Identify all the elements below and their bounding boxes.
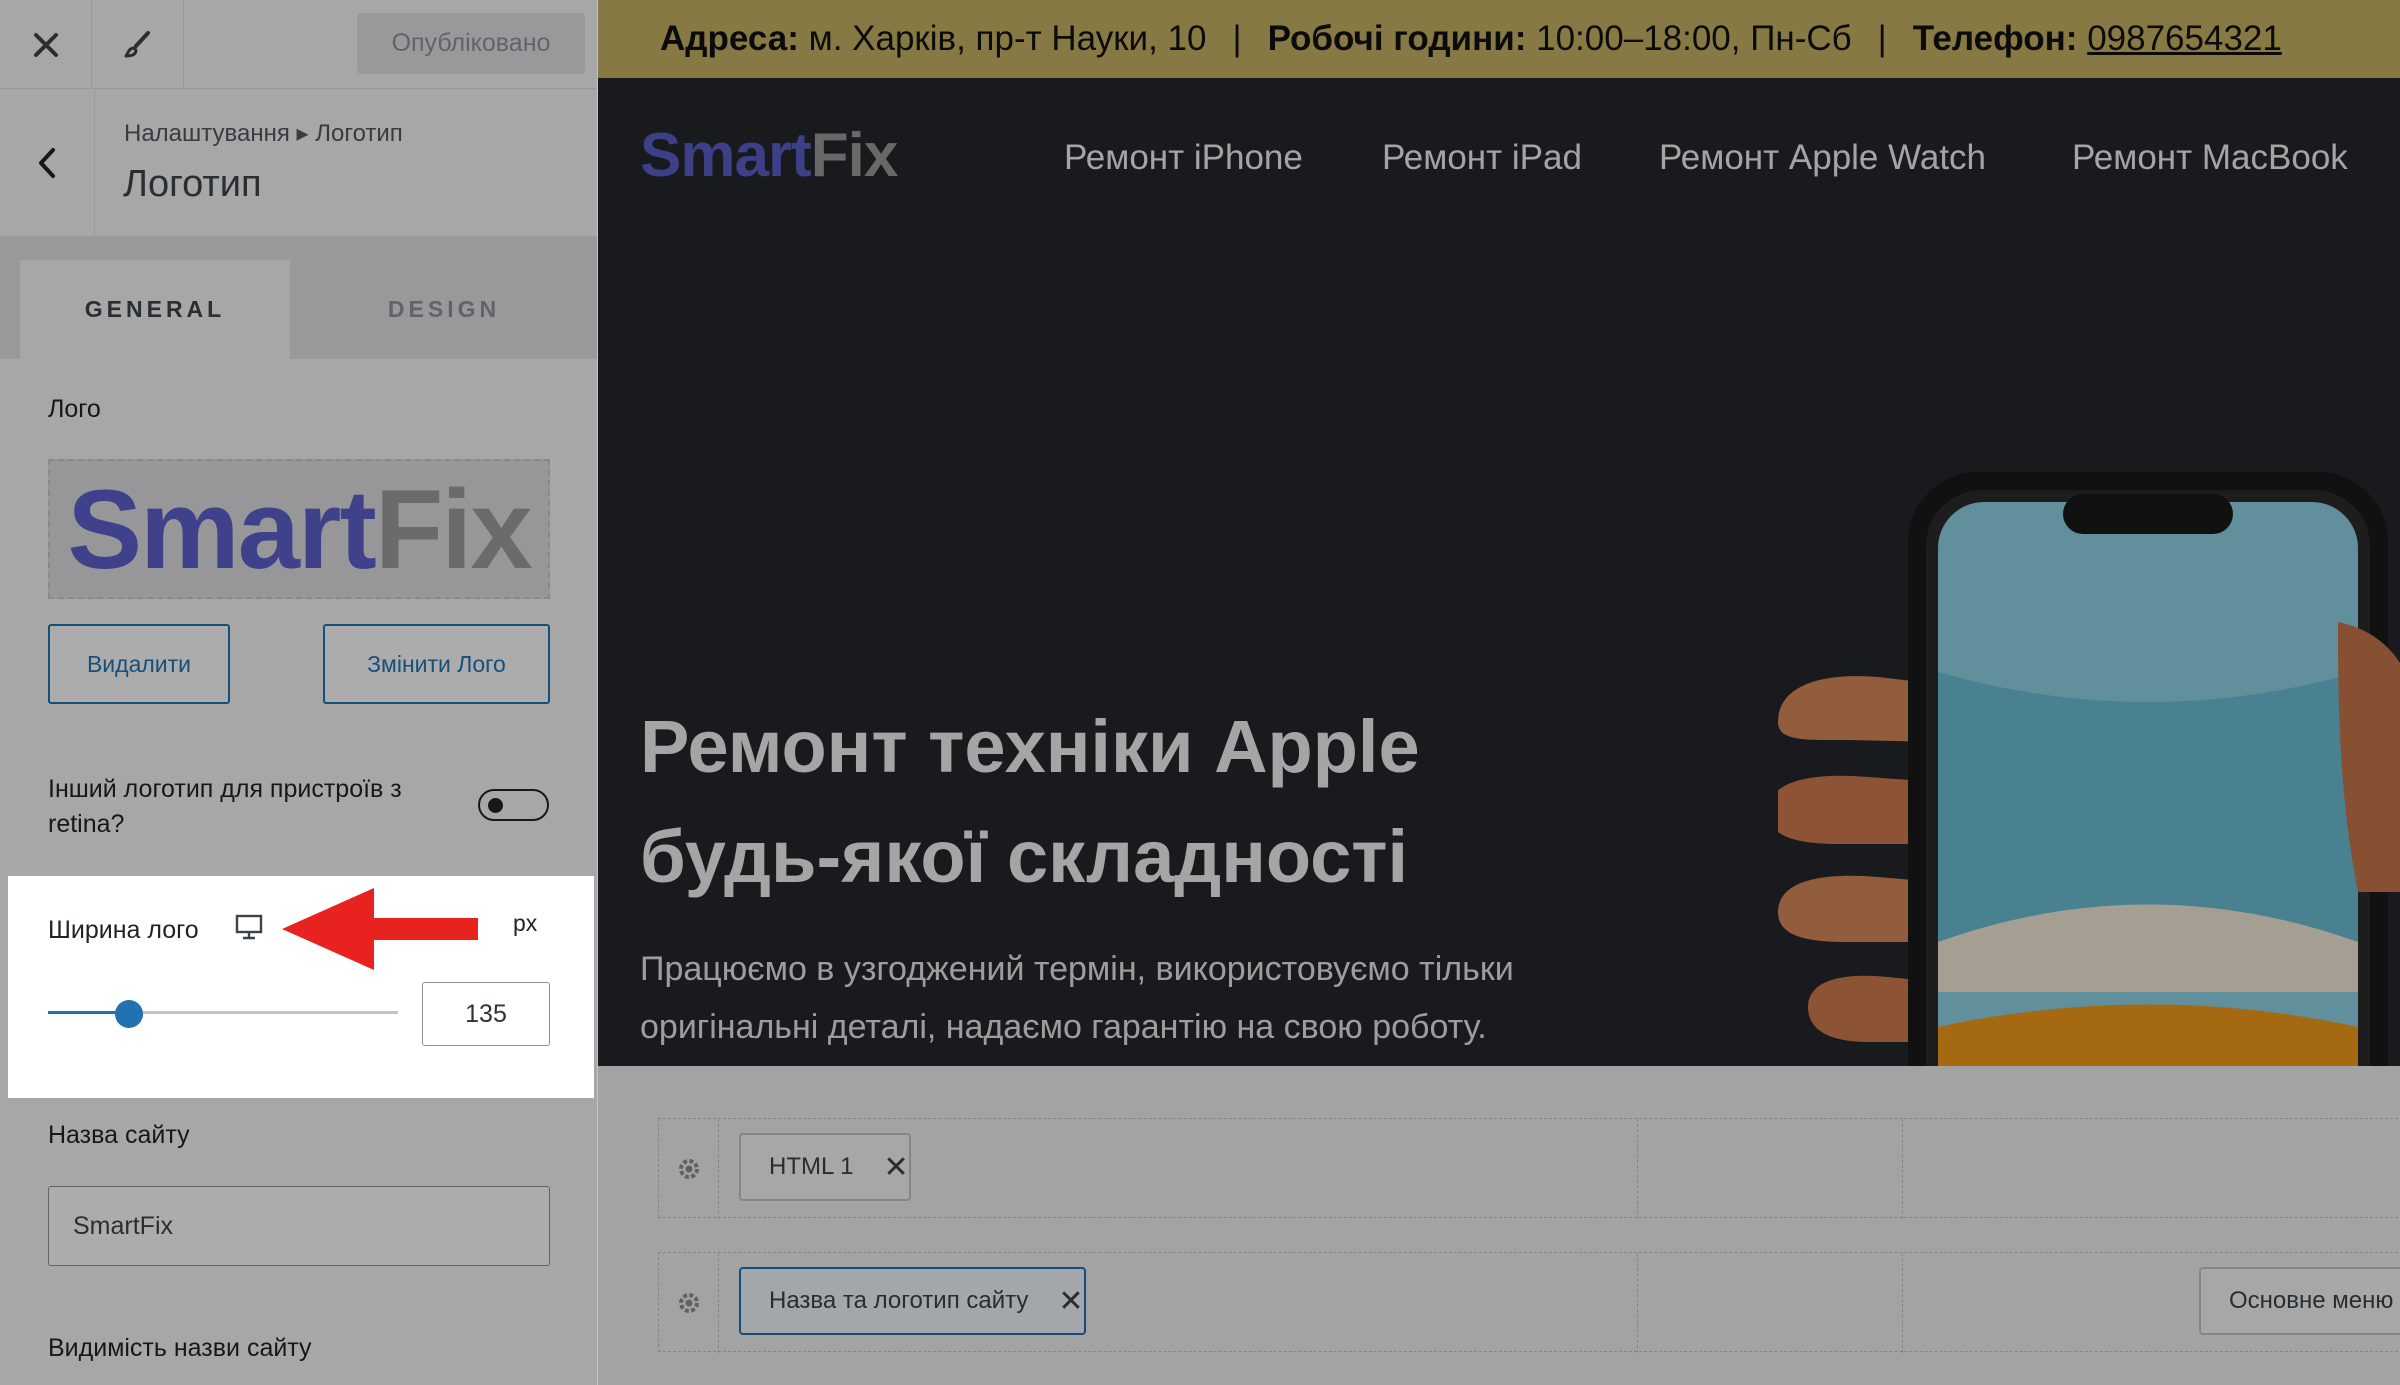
column-divider — [1637, 1253, 1638, 1353]
builder-item-label: Назва та логотип сайту — [769, 1287, 1029, 1314]
close-icon — [33, 32, 58, 57]
column-divider — [1902, 1119, 1903, 1219]
logo-preview-fix: Fix — [374, 466, 533, 592]
hero-title-line1: Ремонт техніки Apple — [640, 705, 1420, 788]
remove-item-icon[interactable]: ✕ — [1058, 1284, 1083, 1319]
tab-general[interactable]: GENERAL — [20, 260, 290, 359]
hero-title: Ремонт техніки Apple будь-якої складност… — [640, 692, 1420, 912]
builder-item-label: HTML 1 — [769, 1153, 854, 1180]
logo-preview-image[interactable]: Smart Fix — [48, 459, 550, 599]
phone-label: Телефон: — [1912, 19, 2078, 58]
customizer-panel: Опубліковано Налаштування ▸ Логотип Лого… — [0, 0, 598, 1385]
header-builder: HTML 1 ✕ Назва та логотип сайту ✕ Основне … — [598, 1066, 2400, 1385]
close-button[interactable] — [0, 0, 92, 89]
gear-icon — [678, 1293, 699, 1313]
gear-icon — [678, 1159, 699, 1179]
builder-row-main: Назва та логотип сайту ✕ Основне меню — [658, 1252, 2400, 1353]
remove-logo-button[interactable]: Видалити — [48, 624, 230, 704]
remove-item-icon[interactable]: ✕ — [883, 1150, 908, 1185]
breadcrumb: Налаштування ▸ Логотип — [124, 120, 403, 147]
logo-width-input[interactable]: 135 — [422, 982, 550, 1046]
nav-item-macbook[interactable]: Ремонт MacBook — [2072, 138, 2348, 178]
brush-icon — [124, 30, 150, 57]
address-label: Адреса: — [660, 19, 799, 58]
builder-item-site-logo[interactable]: Назва та логотип сайту ✕ — [739, 1267, 1086, 1335]
change-logo-button[interactable]: Змінити Лого — [323, 624, 550, 704]
site-name-input[interactable]: SmartFix — [48, 1186, 550, 1266]
publish-button[interactable]: Опубліковано — [357, 13, 585, 74]
phone-in-hand-image — [1778, 472, 2400, 1072]
monitor-icon[interactable] — [234, 912, 264, 942]
site-name-visibility-label: Видимість назви сайту — [48, 1334, 312, 1362]
toggle-knob — [488, 798, 503, 813]
retina-logo-toggle[interactable] — [478, 789, 549, 821]
site-logo-fix: Fix — [810, 121, 899, 190]
logo-label: Лого — [48, 395, 101, 423]
logo-width-slider-track[interactable] — [48, 1011, 398, 1014]
site-hero: SmartFix Ремонт iPhone Ремонт iPad Ремон… — [598, 78, 2400, 1072]
phone-link[interactable]: 0987654321 — [2087, 19, 2282, 59]
row-settings-button[interactable] — [659, 1253, 719, 1353]
logo-width-slider-thumb[interactable] — [114, 1000, 143, 1028]
nav-item-apple-watch[interactable]: Ремонт Apple Watch — [1659, 138, 1986, 178]
nav-item-ipad[interactable]: Ремонт iPad — [1382, 138, 1582, 178]
tabs-bar: GENERAL DESIGN — [0, 237, 597, 359]
tab-design[interactable]: DESIGN — [290, 260, 597, 359]
builder-item-label: Основне меню — [2229, 1287, 2394, 1314]
hero-text: Працюємо в узгоджений термін, використов… — [640, 950, 1514, 1046]
builder-item-html1[interactable]: HTML 1 ✕ — [739, 1133, 911, 1201]
row-settings-button[interactable] — [659, 1119, 719, 1219]
site-logo[interactable]: SmartFix — [640, 120, 899, 191]
retina-logo-label: Інший логотип для пристроїв з retina? — [48, 775, 402, 838]
nav-item-iphone[interactable]: Ремонт iPhone — [1064, 138, 1303, 178]
site-logo-smart: Smart — [640, 121, 812, 190]
topbar-separator: | — [1877, 19, 1887, 58]
panel-section-header: Налаштування ▸ Логотип Логотип — [0, 89, 597, 237]
column-divider — [1902, 1253, 1903, 1353]
back-chevron-icon — [39, 148, 55, 178]
builder-item-main-menu[interactable]: Основне меню — [2199, 1267, 2400, 1335]
column-divider — [1637, 1119, 1638, 1219]
logo-preview-smart: Smart — [67, 466, 376, 592]
site-topbar: Адреса: м. Харків, пр-т Науки, 10 | Робо… — [598, 0, 2400, 78]
panel-topbar: Опубліковано — [0, 0, 597, 89]
hours-value: 10:00–18:00, Пн-Сб — [1536, 19, 1852, 58]
hours-label: Робочі години: — [1267, 19, 1527, 58]
site-name-label: Назва сайту — [48, 1121, 190, 1149]
builder-row-top: HTML 1 ✕ — [658, 1118, 2400, 1219]
topbar-separator: | — [1232, 19, 1242, 58]
site-preview: Адреса: м. Харків, пр-т Науки, 10 | Робо… — [598, 0, 2400, 1385]
section-title: Логотип — [123, 163, 262, 205]
brush-button[interactable] — [92, 0, 184, 89]
address-value: м. Харків, пр-т Науки, 10 — [808, 19, 1207, 58]
logo-width-label: Ширина лого — [48, 916, 199, 944]
red-arrow-annotation — [282, 888, 478, 970]
hero-title-line2: будь-якої складності — [640, 815, 1409, 898]
back-button[interactable] — [0, 89, 95, 237]
unit-label[interactable]: px — [513, 910, 537, 937]
